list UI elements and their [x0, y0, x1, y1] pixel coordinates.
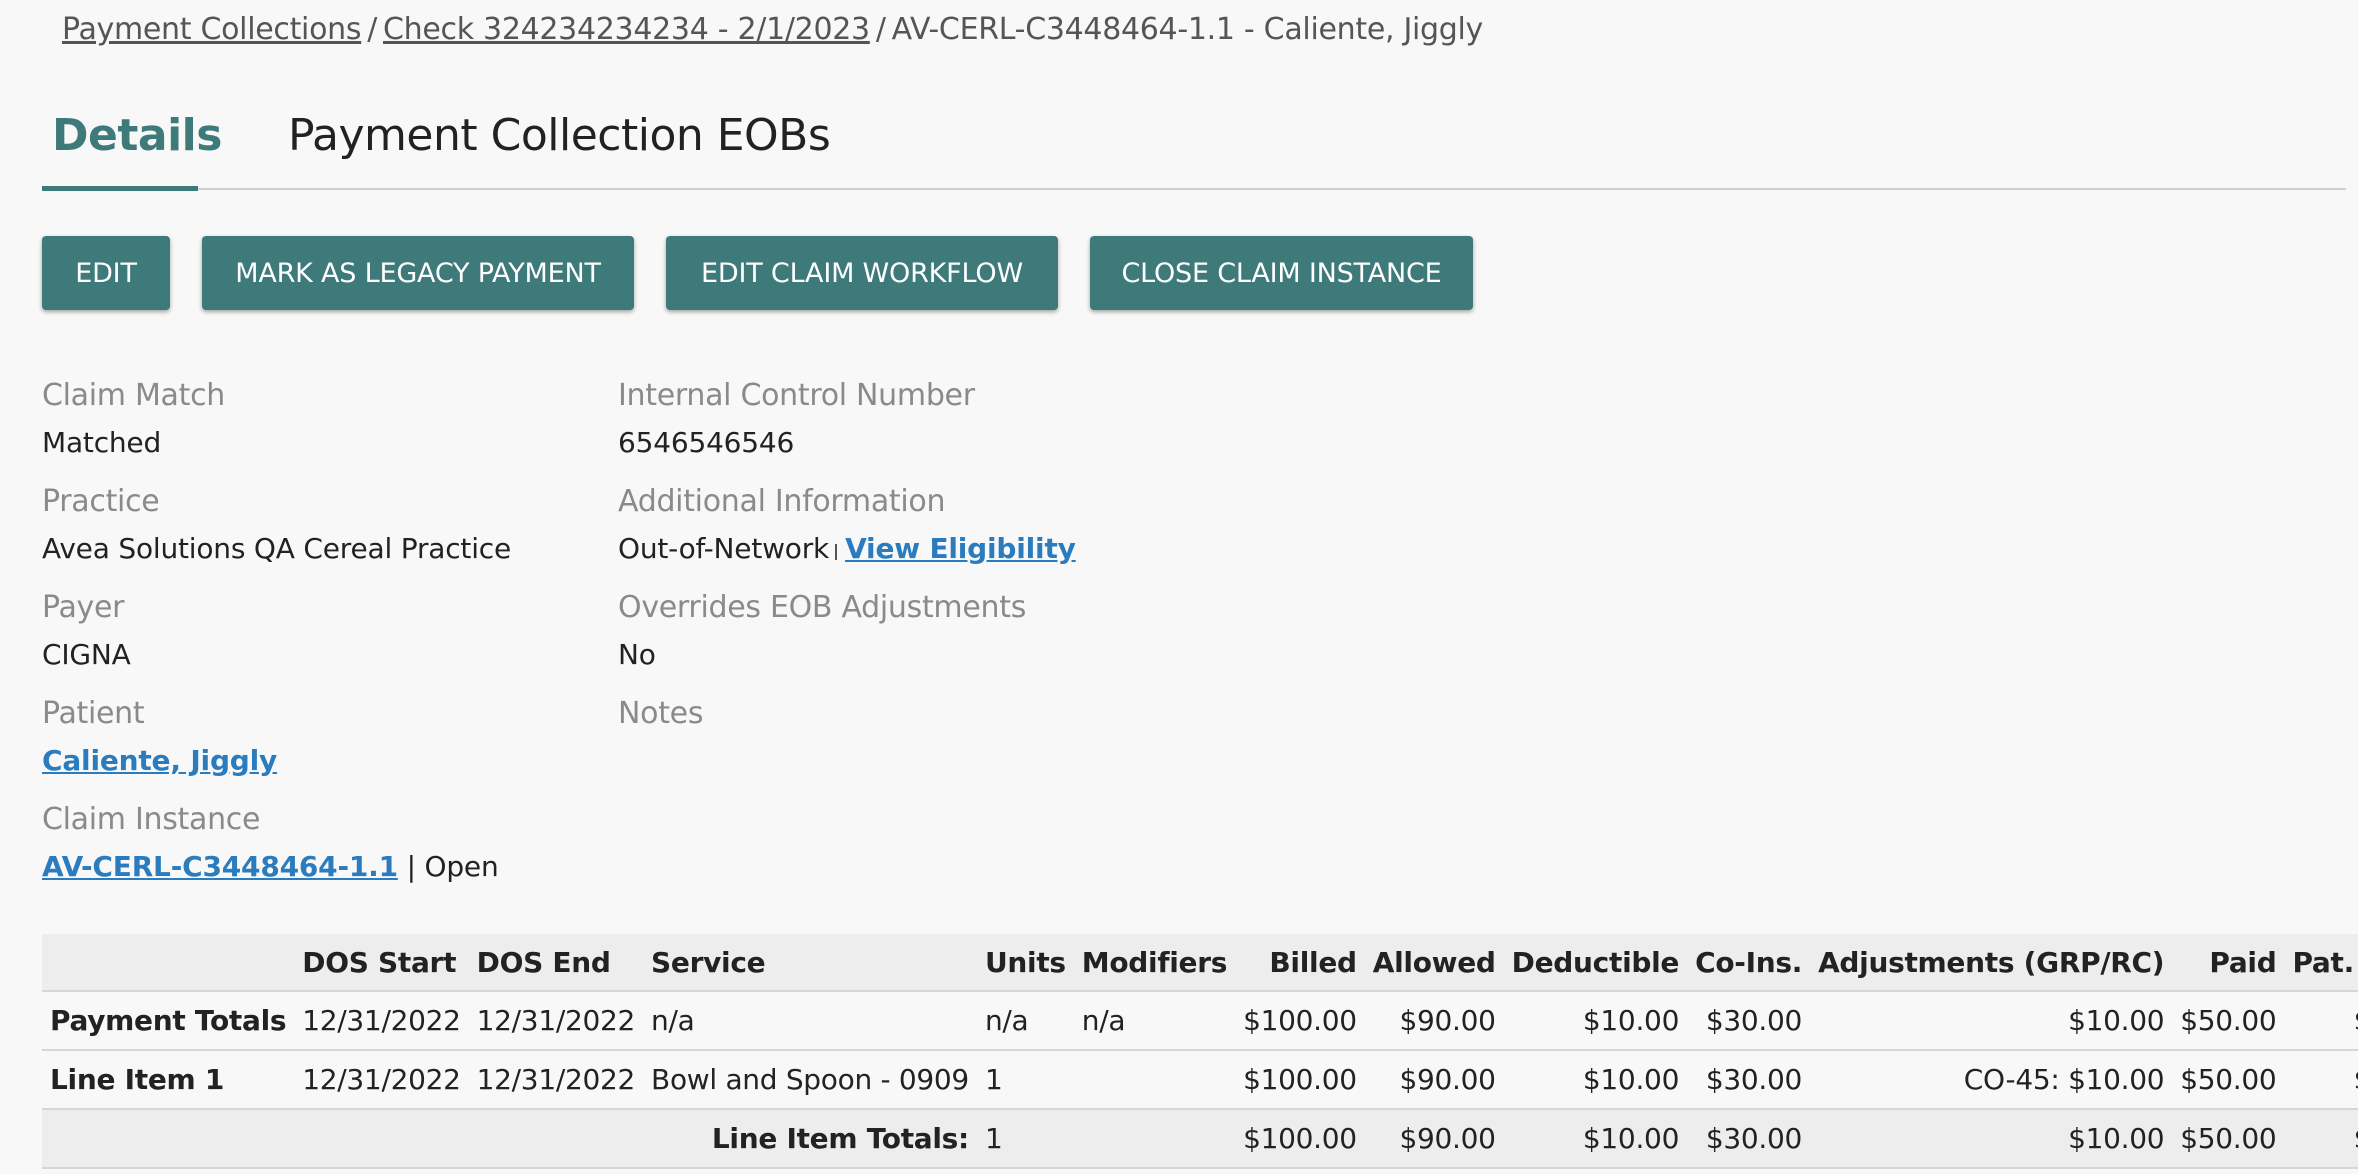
payer-value: CIGNA — [42, 638, 131, 671]
claim-instance-status: | Open — [406, 850, 499, 883]
table-cell: n/a — [1073, 991, 1236, 1051]
patient-value: Caliente, Jiggly — [42, 744, 277, 777]
table-cell: $90.00 — [1364, 1050, 1504, 1110]
column-header: Modifiers — [1073, 934, 1236, 992]
table-totals-row: Line Item Totals: 1 $100.00 $90.00 $10.0… — [42, 1109, 2358, 1169]
table-cell: $50.00 — [2172, 1109, 2285, 1169]
table-cell: 1 — [976, 1109, 1074, 1169]
claim-match-value: Matched — [42, 426, 162, 459]
table-cell: $50.00 — [2172, 991, 2285, 1051]
table-cell: $10.00 — [1503, 1050, 1688, 1110]
table-cell: $30.00 — [1687, 1050, 1811, 1110]
column-header: Paid — [2172, 934, 2285, 992]
tab-bar: Details Payment Collection EOBs — [42, 110, 2346, 191]
table-cell: $100.00 — [1235, 1050, 1365, 1110]
column-header: Deductible — [1503, 934, 1688, 992]
table-cell: 12/31/2022 — [294, 991, 469, 1051]
claim-instance-value: AV-CERL-C3448464-1.1 | Open — [42, 850, 499, 883]
table-cell — [1073, 1050, 1236, 1110]
column-header: Service — [643, 934, 977, 992]
table-cell: $50.00 — [2172, 1050, 2285, 1110]
mark-as-legacy-payment-button[interactable]: MARK AS LEGACY PAYMENT — [202, 236, 634, 310]
tab-details[interactable]: Details — [52, 110, 222, 161]
overrides-eob-adjustments-value: No — [618, 638, 656, 671]
payment-collection-detail-page: Payment Collections / Check 324234234234 -… — [0, 0, 2358, 1174]
edit-claim-workflow-button[interactable]: EDIT CLAIM WORKFLOW — [666, 236, 1058, 310]
table-cell: n/a — [976, 991, 1074, 1051]
table-cell: 12/31/2022 — [468, 991, 644, 1051]
column-header: DOS End — [468, 934, 644, 992]
table-row: Payment Totals 12/31/2022 12/31/2022 n/a… — [42, 991, 2358, 1051]
table-cell: $100.00 — [1235, 991, 1365, 1051]
table-cell: $10.00 — [1503, 991, 1688, 1051]
internal-control-number-value: 6546546546 — [618, 426, 795, 459]
breadcrumb-current: AV-CERL-C3448464-1.1 - Caliente, Jiggly — [891, 12, 1484, 47]
network-status: Out-of-Network — [618, 532, 830, 565]
table-cell: $100.00 — [1235, 1109, 1365, 1169]
additional-information-label: Additional Information — [618, 484, 946, 519]
column-header: Pat. Resp. — [2284, 934, 2358, 992]
table-cell: $10.00 — [1810, 991, 2173, 1051]
tab-active-indicator — [42, 186, 198, 191]
overrides-eob-adjustments-label: Overrides EOB Adjustments — [618, 590, 1027, 625]
close-claim-instance-button[interactable]: CLOSE CLAIM INSTANCE — [1090, 236, 1473, 310]
breadcrumb: Payment Collections / Check 324234234234 -… — [62, 12, 1483, 47]
table-cell: $30.00 — [1687, 1109, 1811, 1169]
tab-details-label: Details — [52, 110, 222, 161]
table-cell: $30.00 — [1687, 991, 1811, 1051]
column-header: Co-Ins. — [1687, 934, 1811, 992]
table-row: Line Item 1 12/31/2022 12/31/2022 Bowl a… — [42, 1050, 2358, 1110]
table-cell: $90.00 — [1364, 1109, 1504, 1169]
breadcrumb-separator: / — [875, 12, 886, 47]
table-cell: $10.00 — [1503, 1109, 1688, 1169]
info-icon[interactable] — [835, 544, 838, 560]
practice-label: Practice — [42, 484, 160, 519]
patient-label: Patient — [42, 696, 145, 731]
patient-link[interactable]: Caliente, Jiggly — [42, 744, 277, 777]
table-cell: $90.00 — [1364, 991, 1504, 1051]
table-cell: $10.00 — [1810, 1109, 2173, 1169]
table-cell: $40.00 — [2284, 991, 2358, 1051]
column-header — [42, 934, 295, 992]
additional-information-value: Out-of-Network View Eligibility — [618, 532, 1076, 565]
column-header: Adjustments (GRP/RC) — [1810, 934, 2173, 992]
view-eligibility-link[interactable]: View Eligibility — [845, 532, 1076, 565]
tab-payment-collection-eobs[interactable]: Payment Collection EOBs — [288, 110, 831, 161]
table-cell: Bowl and Spoon - 0909 — [643, 1050, 977, 1110]
table-cell: Line Item 1 — [42, 1050, 295, 1110]
breadcrumb-payment-collections-link[interactable]: Payment Collections — [62, 12, 362, 47]
column-header: Units — [976, 934, 1074, 992]
notes-label: Notes — [618, 696, 704, 731]
claim-instance-label: Claim Instance — [42, 802, 261, 837]
column-header: DOS Start — [294, 934, 469, 992]
claim-instance-link[interactable]: AV-CERL-C3448464-1.1 — [42, 850, 398, 883]
internal-control-number-label: Internal Control Number — [618, 378, 975, 413]
table-header-row: DOS Start DOS End Service Units Modifier… — [42, 934, 2358, 992]
table-cell: $40.00 — [2284, 1109, 2358, 1169]
edit-button[interactable]: EDIT — [42, 236, 170, 310]
column-header: Allowed — [1364, 934, 1504, 992]
table-cell: 12/31/2022 — [294, 1050, 469, 1110]
claim-match-label: Claim Match — [42, 378, 225, 413]
table-cell: CO-45: $10.00 — [1810, 1050, 2173, 1110]
table-cell: $40.00 — [2284, 1050, 2358, 1110]
tab-eobs-label: Payment Collection EOBs — [288, 110, 831, 161]
breadcrumb-separator: / — [367, 12, 378, 47]
table-cell — [1073, 1109, 1236, 1169]
line-items-table: DOS Start DOS End Service Units Modifier… — [42, 934, 2358, 1169]
payer-label: Payer — [42, 590, 125, 625]
column-header: Billed — [1235, 934, 1365, 992]
breadcrumb-check-link[interactable]: Check 324234234234 - 2/1/2023 — [383, 12, 870, 47]
table-cell: Payment Totals — [42, 991, 295, 1051]
practice-value: Avea Solutions QA Cereal Practice — [42, 532, 511, 565]
table-cell: 12/31/2022 — [468, 1050, 644, 1110]
table-cell: n/a — [643, 991, 977, 1051]
table-cell: 1 — [976, 1050, 1074, 1110]
line-item-totals-label: Line Item Totals: — [42, 1109, 977, 1169]
